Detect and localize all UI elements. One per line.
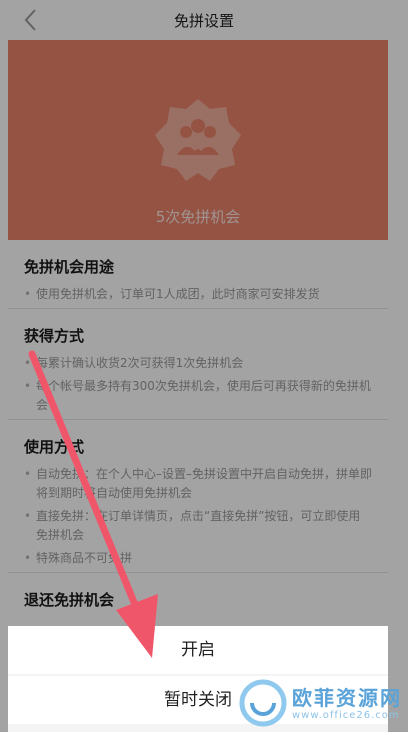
watermark-url: www.office26.com (292, 710, 400, 721)
modal-overlay[interactable] (0, 0, 408, 732)
enable-button[interactable]: 开启 (8, 626, 388, 674)
watermark-text: 欧菲资源网 (292, 686, 402, 710)
watermark-logo-icon (239, 679, 287, 727)
watermark: 欧菲资源网 www.office26.com (236, 672, 408, 732)
